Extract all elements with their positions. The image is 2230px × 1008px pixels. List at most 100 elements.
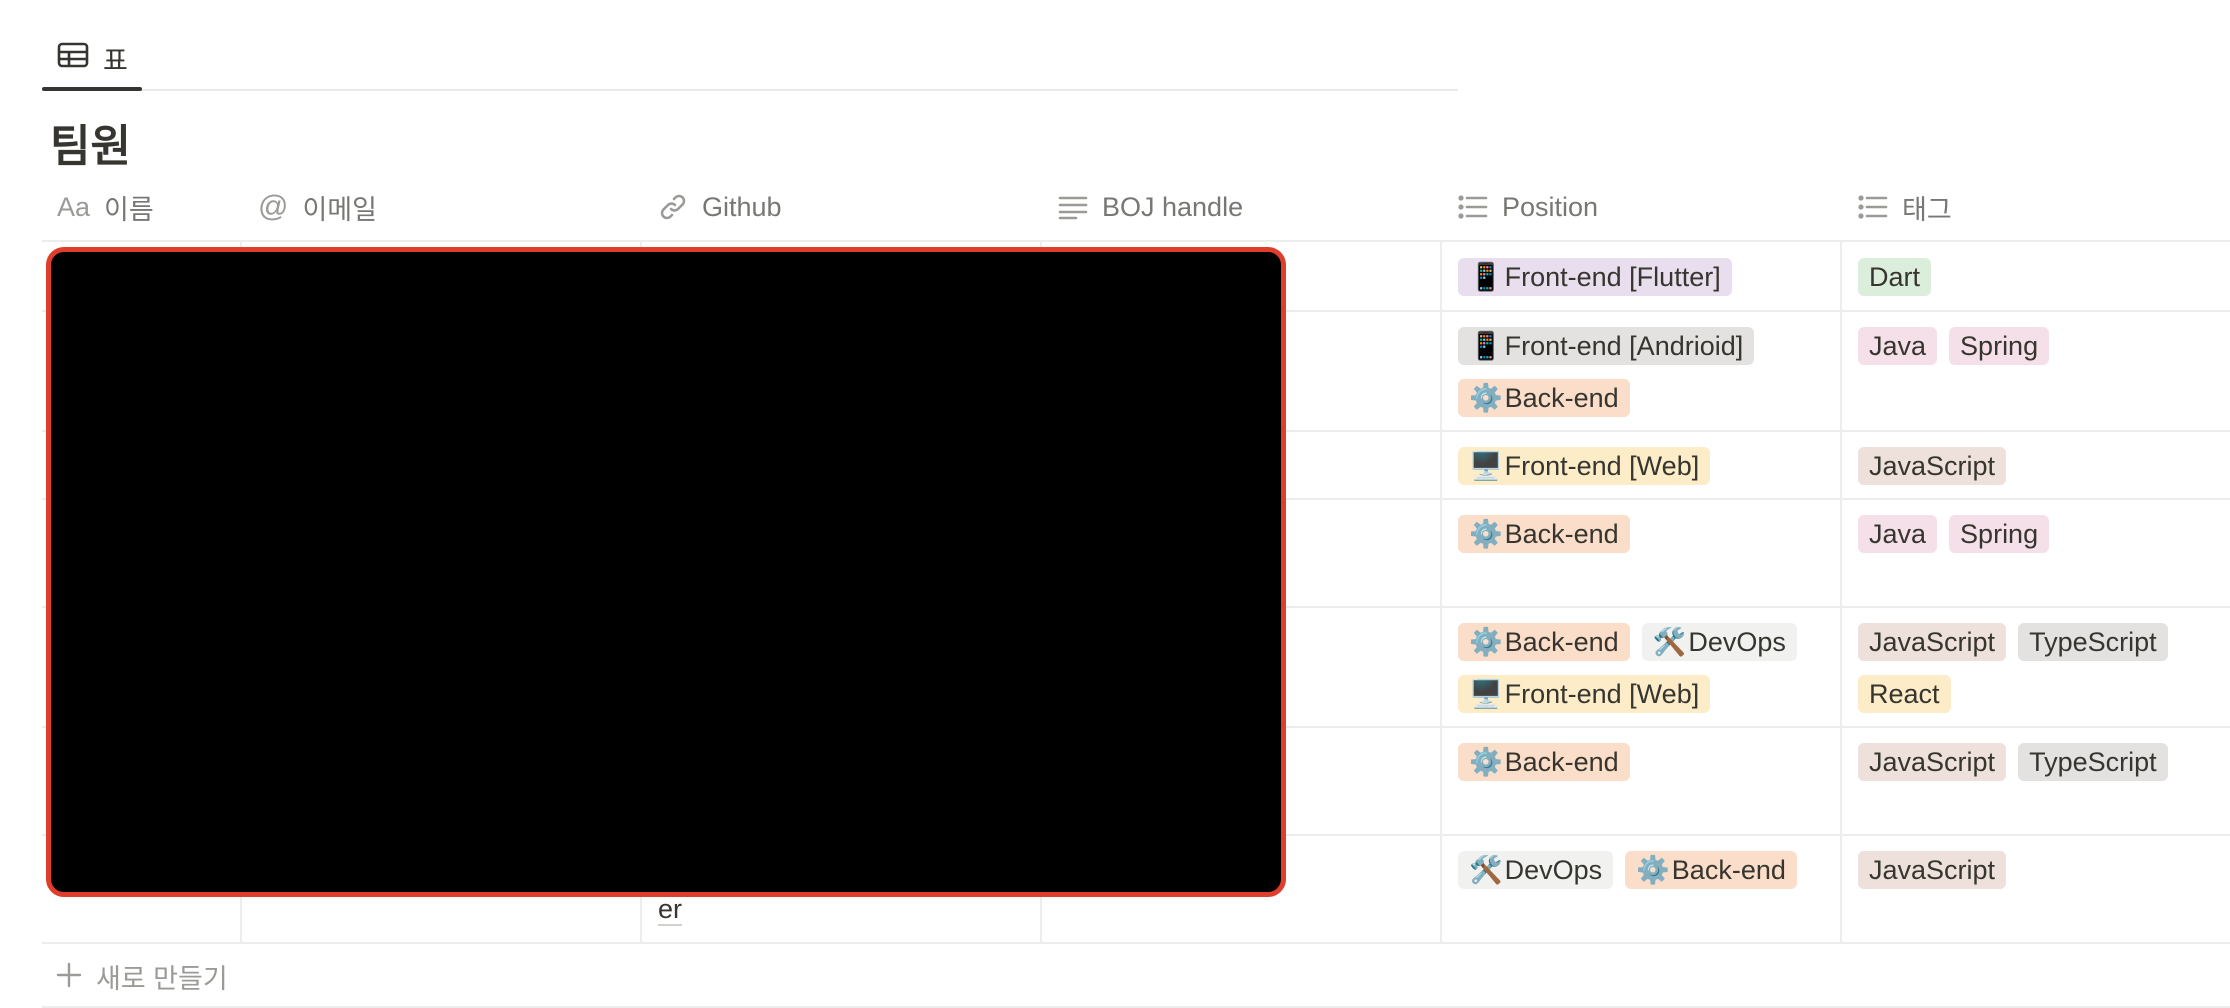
tags-cell[interactable]: JavaScript <box>1858 447 2230 485</box>
tags-cell[interactable]: Java Spring <box>1858 515 2230 553</box>
position-cell[interactable]: 🖥️ Front-end [Web] <box>1458 447 1838 485</box>
tag-pill[interactable]: React <box>1858 675 1951 713</box>
row-divider <box>42 240 2230 242</box>
tag-label: JavaScript <box>1869 747 1996 777</box>
position-cell[interactable]: ⚙️ Back-end <box>1458 515 1838 553</box>
view-divider <box>42 89 1458 91</box>
position-tag[interactable]: 📱 Front-end [Flutter] <box>1458 258 1732 296</box>
tag-label: Back-end <box>1671 855 1786 885</box>
text-icon: Aa <box>57 191 91 222</box>
tag-label: Java <box>1869 519 1927 549</box>
github-cell-text[interactable]: er <box>658 894 683 926</box>
view-tab-table[interactable]: 표 <box>57 28 128 88</box>
column-header-email[interactable]: @ 이메일 <box>258 186 377 228</box>
view-tab-label: 표 <box>103 45 128 76</box>
column-header-boj-handle[interactable]: BOJ handle <box>1058 186 1243 228</box>
position-tag[interactable]: 🛠️ DevOps <box>1458 851 1614 889</box>
tag-emoji-icon: ⚙️ <box>1469 519 1503 549</box>
column-header-github[interactable]: Github <box>658 186 782 228</box>
column-divider <box>1440 240 1442 942</box>
column-header-label: Github <box>702 191 782 222</box>
at-icon: @ <box>258 190 289 223</box>
row-divider <box>42 942 2230 944</box>
tag-pill[interactable]: Java <box>1858 515 1938 553</box>
tags-cell[interactable]: Java Spring <box>1858 327 2230 365</box>
position-tag[interactable]: 🛠️ DevOps <box>1641 623 1797 661</box>
position-tag[interactable]: ⚙️ Back-end <box>1458 379 1630 417</box>
column-header-label: 이메일 <box>302 194 377 225</box>
position-tag[interactable]: ⚙️ Back-end <box>1625 851 1797 889</box>
new-row-button[interactable]: 새로 만들기 <box>56 957 228 996</box>
tag-pill[interactable]: JavaScript <box>1858 851 2007 889</box>
tag-label: Dart <box>1869 262 1921 292</box>
position-tag[interactable]: 🖥️ Front-end [Web] <box>1458 675 1711 713</box>
database-title[interactable]: 팀원 <box>50 110 131 174</box>
tags-cell[interactable]: JavaScript TypeScript React <box>1858 623 2218 713</box>
column-header-position[interactable]: Position <box>1458 186 1598 228</box>
tag-label: JavaScript <box>1869 855 1996 885</box>
column-header-label: 태그 <box>1902 194 1952 225</box>
column-header-label: BOJ handle <box>1102 191 1244 222</box>
tag-emoji-icon: ⚙️ <box>1636 855 1670 885</box>
tag-emoji-icon: 🛠️ <box>1652 627 1687 657</box>
tag-emoji-icon: 🖥️ <box>1469 679 1503 709</box>
position-cell[interactable]: 🛠️ DevOps ⚙️ Back-end <box>1458 851 1838 889</box>
tag-label: Back-end <box>1504 383 1619 413</box>
tag-label: Front-end [Flutter] <box>1504 262 1721 292</box>
tag-pill[interactable]: JavaScript <box>1858 743 2007 781</box>
column-divider <box>1840 240 1842 942</box>
list-icon <box>1858 194 1888 220</box>
column-header-label: Position <box>1502 191 1599 222</box>
plus-icon <box>56 960 82 994</box>
tag-pill[interactable]: Dart <box>1858 258 1932 296</box>
new-row-label: 새로 만들기 <box>96 964 228 994</box>
column-header-name[interactable]: Aa 이름 <box>57 186 154 228</box>
tag-pill[interactable]: JavaScript <box>1858 447 2007 485</box>
tag-pill[interactable]: TypeScript <box>2018 623 2168 661</box>
tag-emoji-icon: ⚙️ <box>1469 383 1503 413</box>
tag-emoji-icon: ⚙️ <box>1469 747 1503 777</box>
tag-pill[interactable]: Spring <box>1949 515 2050 553</box>
tag-label: Spring <box>1960 519 2039 549</box>
text-lines-icon <box>1058 194 1088 220</box>
tags-cell[interactable]: JavaScript <box>1858 851 2230 889</box>
tags-cell[interactable]: Dart <box>1858 258 2230 296</box>
position-tag[interactable]: 🖥️ Front-end [Web] <box>1458 447 1711 485</box>
tag-pill[interactable]: Spring <box>1949 327 2050 365</box>
tag-pill[interactable]: Java <box>1858 327 1938 365</box>
tag-label: Back-end <box>1504 519 1619 549</box>
table-icon <box>57 42 89 75</box>
tag-label: JavaScript <box>1869 627 1996 657</box>
redacted-region <box>46 247 1286 897</box>
tag-label: JavaScript <box>1869 451 1996 481</box>
tag-label: TypeScript <box>2029 627 2157 657</box>
position-cell[interactable]: 📱 Front-end [Flutter] <box>1458 258 1838 296</box>
position-cell[interactable]: 📱 Front-end [Andrioid] ⚙️ Back-end <box>1458 327 1818 417</box>
tag-label: Java <box>1869 331 1927 361</box>
tag-label: Front-end [Web] <box>1504 451 1700 481</box>
column-header-tags[interactable]: 태그 <box>1858 186 1952 228</box>
position-tag[interactable]: ⚙️ Back-end <box>1458 743 1630 781</box>
tag-label: DevOps <box>1688 627 1786 657</box>
position-tag[interactable]: ⚙️ Back-end <box>1458 515 1630 553</box>
link-icon <box>658 192 688 222</box>
tag-label: DevOps <box>1504 855 1603 885</box>
tag-label: Spring <box>1960 331 2039 361</box>
position-cell[interactable]: ⚙️ Back-end <box>1458 743 1838 781</box>
position-tag[interactable]: 📱 Front-end [Andrioid] <box>1458 327 1755 365</box>
tag-emoji-icon: 📱 <box>1469 262 1503 292</box>
tag-emoji-icon: 🖥️ <box>1469 451 1503 481</box>
position-tag[interactable]: ⚙️ Back-end <box>1458 623 1630 661</box>
tags-cell[interactable]: JavaScript TypeScript <box>1858 743 2230 781</box>
list-icon <box>1458 194 1488 220</box>
tag-pill[interactable]: TypeScript <box>2018 743 2168 781</box>
tag-label: Front-end [Web] <box>1504 679 1700 709</box>
tag-emoji-icon: 📱 <box>1469 331 1503 361</box>
tag-label: Back-end <box>1504 747 1619 777</box>
tag-label: React <box>1869 679 1940 709</box>
tag-label: TypeScript <box>2029 747 2157 777</box>
column-header-label: 이름 <box>104 194 154 225</box>
tag-pill[interactable]: JavaScript <box>1858 623 2007 661</box>
position-cell[interactable]: ⚙️ Back-end 🛠️ DevOps 🖥️ Front-end [Web] <box>1458 623 1838 713</box>
tag-label: Front-end [Andrioid] <box>1504 331 1744 361</box>
